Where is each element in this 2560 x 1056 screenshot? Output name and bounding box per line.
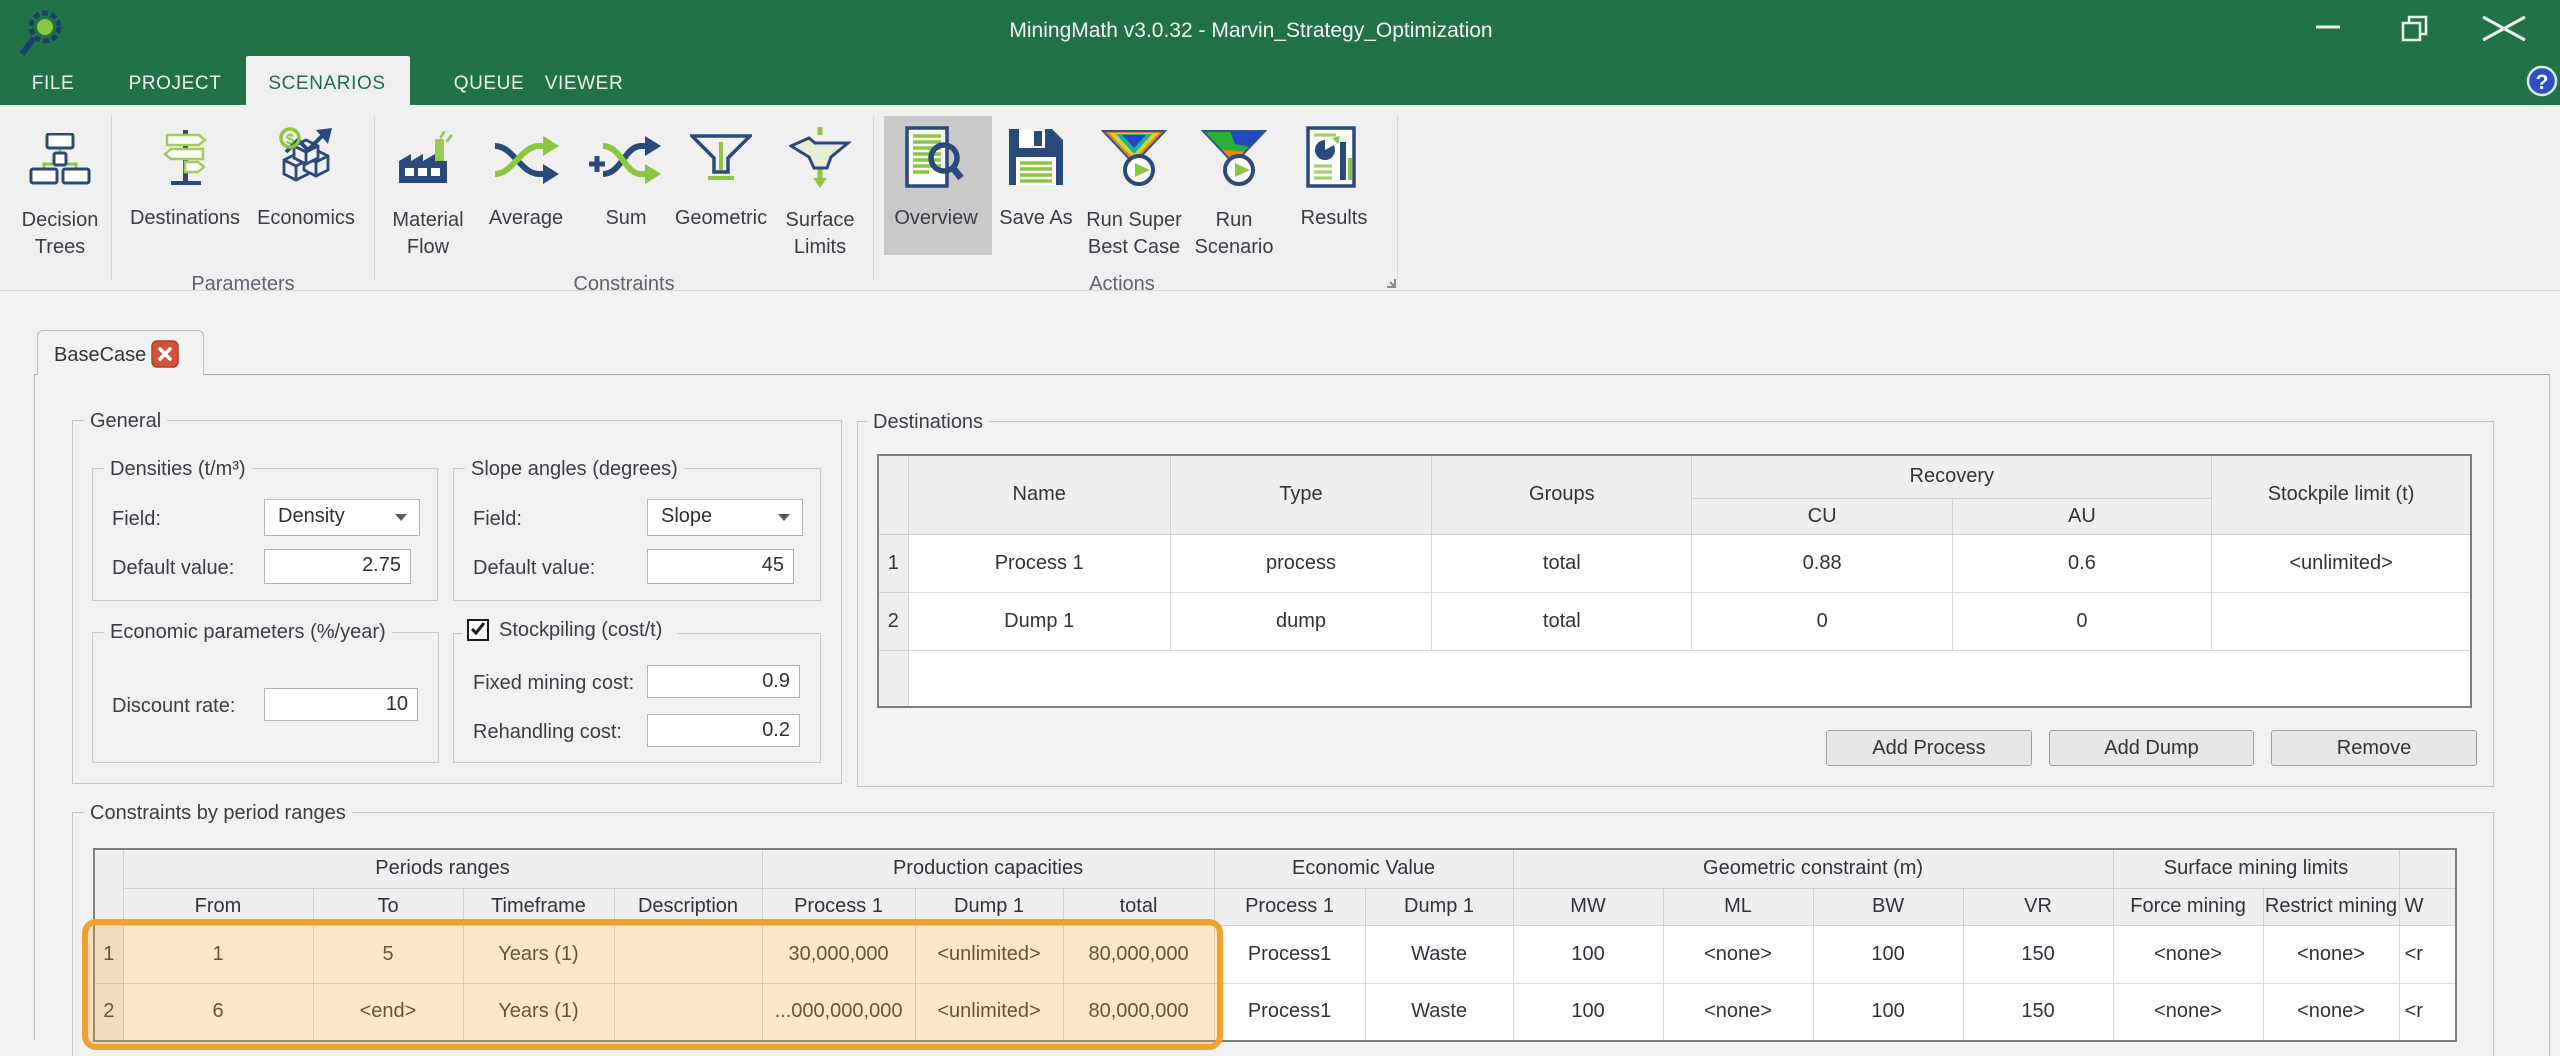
svg-text:?: ? [2536, 71, 2549, 94]
svg-text:$: $ [286, 131, 295, 148]
